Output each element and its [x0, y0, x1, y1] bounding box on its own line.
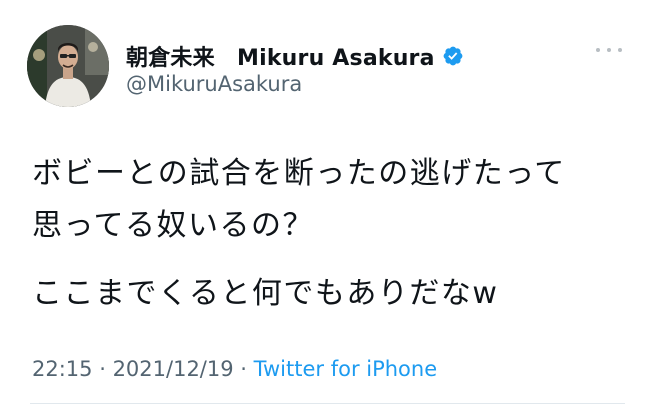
avatar[interactable]	[27, 25, 109, 107]
tweet-text-line: 思ってる奴いるの？	[32, 208, 314, 243]
tweet-text-line: ボビーとの試合を断ったの逃げたって	[32, 156, 566, 191]
tweet-meta: 22:15 · 2021/12/19 · Twitter for iPhone	[32, 357, 437, 381]
tweet-text-line: ここまでくると何でもありだなw	[32, 276, 499, 311]
display-name[interactable]: 朝倉未来 Mikuru Asakura	[126, 40, 435, 72]
profile-photo	[27, 25, 109, 107]
divider	[30, 403, 625, 404]
tweet-date[interactable]: 2021/12/19	[113, 357, 234, 381]
user-handle[interactable]: @MikuruAsakura	[126, 72, 302, 96]
dot	[596, 48, 600, 52]
meta-separator: ·	[92, 357, 113, 381]
user-name-row[interactable]: 朝倉未来 Mikuru Asakura	[126, 40, 464, 72]
tweet-source-link[interactable]: Twitter for iPhone	[254, 357, 438, 381]
dot	[607, 48, 611, 52]
tweet-time[interactable]: 22:15	[32, 357, 93, 381]
tweet-card: 朝倉未来 Mikuru Asakura @MikuruAsakura ボビーとの…	[0, 0, 655, 406]
more-dots-icon[interactable]	[596, 40, 622, 60]
meta-separator: ·	[233, 357, 254, 381]
verified-badge-icon	[442, 45, 464, 67]
dot	[618, 48, 622, 52]
